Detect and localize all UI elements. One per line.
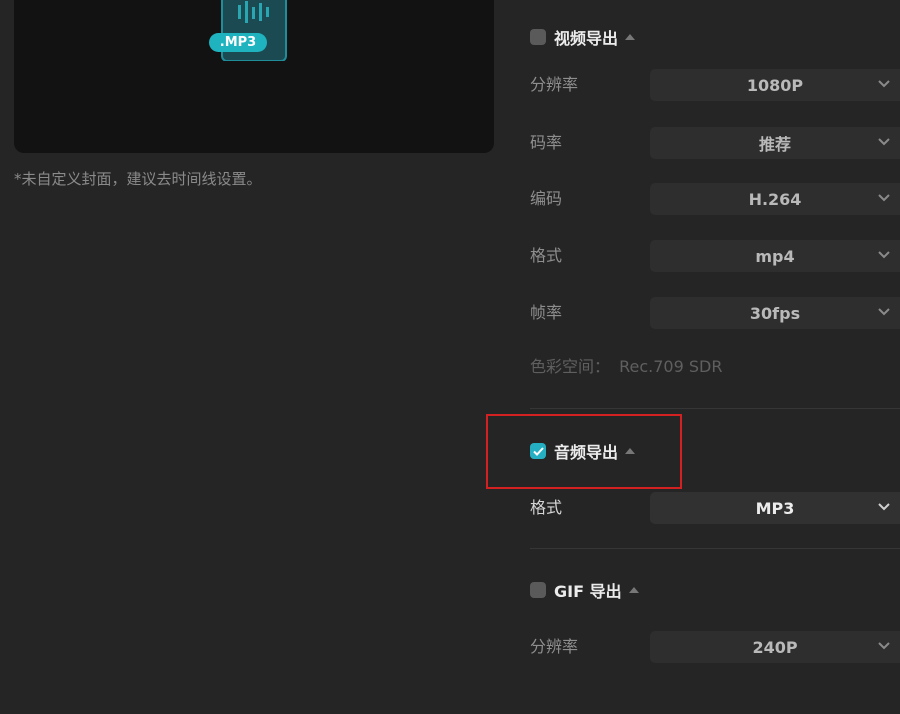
resolution-value: 1080P	[746, 75, 804, 95]
color-space-value: Rec.709 SDR	[619, 357, 723, 376]
bitrate-value: 推荐	[758, 135, 791, 154]
audio-format-label: 格式	[530, 498, 563, 517]
codec-value: H.264	[748, 189, 802, 209]
chevron-down-icon	[878, 251, 890, 259]
cover-note: *未自定义封面，建议去时间线设置。	[14, 170, 262, 188]
bitrate-label: 码率	[530, 133, 563, 152]
chevron-down-icon	[878, 80, 890, 88]
video-export-header[interactable]: 视频导出	[530, 27, 636, 48]
framerate-label: 帧率	[530, 303, 563, 322]
gif-resolution-label: 分辨率	[530, 637, 579, 656]
chevron-down-icon	[878, 308, 890, 316]
bitrate-select[interactable]: 推荐	[650, 127, 900, 159]
video-export-title: 视频导出	[554, 29, 619, 48]
audio-format-select[interactable]: MP3	[650, 492, 900, 524]
gif-export-checkbox[interactable]	[530, 582, 546, 598]
resolution-label: 分辨率	[530, 75, 579, 94]
framerate-value: 30fps	[749, 303, 801, 323]
gif-resolution-value: 240P	[752, 637, 798, 657]
collapse-caret-icon[interactable]	[625, 34, 636, 40]
video-format-select[interactable]: mp4	[650, 240, 900, 272]
section-divider	[530, 548, 900, 549]
mp3-badge: .MP3	[209, 33, 267, 52]
video-format-label: 格式	[530, 246, 563, 265]
collapse-caret-icon[interactable]	[628, 587, 639, 593]
gif-resolution-select[interactable]: 240P	[650, 631, 900, 663]
video-export-checkbox[interactable]	[530, 29, 546, 45]
framerate-select[interactable]: 30fps	[650, 297, 900, 329]
color-space-label: 色彩空间：	[530, 357, 611, 376]
gif-export-header[interactable]: GIF 导出	[530, 580, 639, 601]
gif-export-title: GIF 导出	[554, 582, 622, 601]
video-format-value: mp4	[755, 246, 795, 266]
resolution-select[interactable]: 1080P	[650, 69, 900, 101]
chevron-down-icon	[878, 642, 890, 650]
color-space-info: 色彩空间： Rec.709 SDR	[530, 353, 722, 377]
section-divider	[530, 408, 900, 409]
highlight-box	[486, 414, 682, 489]
chevron-down-icon	[878, 194, 890, 202]
audio-format-value: MP3	[755, 498, 795, 518]
chevron-down-icon	[878, 138, 890, 146]
chevron-down-icon	[878, 503, 890, 511]
codec-select[interactable]: H.264	[650, 183, 900, 215]
codec-label: 编码	[530, 189, 563, 208]
